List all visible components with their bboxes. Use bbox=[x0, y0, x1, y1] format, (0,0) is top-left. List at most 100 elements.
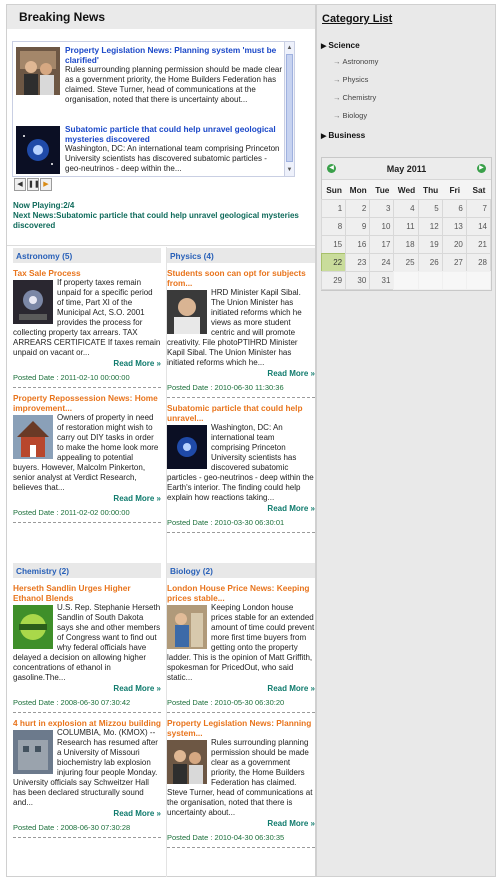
scroll-down-icon[interactable]: ▼ bbox=[286, 166, 293, 174]
calendar-day[interactable]: 23 bbox=[345, 253, 371, 272]
scrollbar-thumb[interactable] bbox=[286, 54, 293, 162]
calendar-dow: Mon bbox=[346, 180, 371, 200]
calendar-empty-cell bbox=[417, 271, 443, 290]
posted-date: Posted Date : 2011-02-02 00:00:00 bbox=[13, 508, 130, 517]
category-header[interactable]: Astronomy (5) bbox=[13, 248, 161, 263]
article-title[interactable]: Property Repossession News: Home improve… bbox=[13, 393, 161, 413]
tree-item-chemistry[interactable]: → Chemistry bbox=[333, 93, 491, 111]
calendar-day[interactable]: 20 bbox=[441, 235, 467, 254]
calendar-day[interactable]: 30 bbox=[345, 271, 371, 290]
tree-item-astronomy[interactable]: → Astronomy bbox=[333, 57, 491, 75]
article: Property Repossession News: Home improve… bbox=[13, 393, 161, 523]
calendar-day[interactable]: 26 bbox=[417, 253, 443, 272]
calendar-month: May 2011 bbox=[386, 163, 427, 174]
category-header[interactable]: Biology (2) bbox=[167, 563, 315, 578]
calendar-dow: Tue bbox=[370, 180, 395, 200]
next-icon[interactable]: ▶ bbox=[40, 178, 52, 191]
calendar-day[interactable]: 19 bbox=[417, 235, 443, 254]
article-title[interactable]: London House Price News: Keeping prices … bbox=[167, 583, 315, 603]
calendar-day[interactable]: 31 bbox=[369, 271, 395, 290]
article-thumbnail bbox=[167, 740, 207, 784]
calendar-day[interactable]: 29 bbox=[321, 271, 347, 290]
article-title[interactable]: Herseth Sandlin Urges Higher Ethanol Ble… bbox=[13, 583, 161, 603]
tree-item-science[interactable]: ▶ Science bbox=[321, 39, 491, 57]
calendar-day[interactable]: 7 bbox=[465, 199, 491, 218]
read-more-link[interactable]: Read More » bbox=[13, 808, 161, 820]
calendar-day[interactable]: 12 bbox=[417, 217, 443, 236]
posted-date: Posted Date : 2010-05-30 06:30:20 bbox=[167, 698, 285, 707]
calendar-day[interactable]: 15 bbox=[321, 235, 347, 254]
ticker-scrollbar[interactable]: ▲ ▼ bbox=[284, 42, 294, 176]
section-divider bbox=[7, 245, 315, 246]
calendar-day[interactable]: 10 bbox=[369, 217, 395, 236]
ticker-item-title[interactable]: Property Legislation News: Planning syst… bbox=[65, 45, 284, 65]
article: Students soon can opt for subjects from.… bbox=[167, 268, 315, 398]
calendar-day[interactable]: 25 bbox=[393, 253, 419, 272]
read-more-link[interactable]: Read More » bbox=[13, 358, 161, 370]
category-astronomy: Astronomy (5) Tax Sale Process If proper… bbox=[13, 248, 161, 523]
category-header[interactable]: Chemistry (2) bbox=[13, 563, 161, 578]
scroll-up-icon[interactable]: ▲ bbox=[286, 44, 293, 52]
calendar-day[interactable]: 13 bbox=[441, 217, 467, 236]
calendar-day[interactable]: 28 bbox=[465, 253, 491, 272]
arrow-right-icon: → bbox=[333, 57, 341, 66]
prev-icon[interactable]: ◀ bbox=[14, 178, 26, 191]
calendar-day[interactable]: 24 bbox=[369, 253, 395, 272]
calendar-day[interactable]: 4 bbox=[393, 199, 419, 218]
calendar-day[interactable]: 17 bbox=[369, 235, 395, 254]
calendar-day-today[interactable]: 22 bbox=[321, 253, 347, 272]
article-title[interactable]: 4 hurt in explosion at Mizzou building bbox=[13, 718, 161, 728]
article-title[interactable]: Tax Sale Process bbox=[13, 268, 161, 278]
calendar-day[interactable]: 21 bbox=[465, 235, 491, 254]
read-more-link[interactable]: Read More » bbox=[167, 683, 315, 695]
pause-icon[interactable]: ❚❚ bbox=[27, 178, 40, 191]
read-more-link[interactable]: Read More » bbox=[13, 683, 161, 695]
calendar-day[interactable]: 8 bbox=[321, 217, 347, 236]
article-thumbnail bbox=[167, 605, 207, 649]
ticker-item-title[interactable]: Subatomic particle that could help unrav… bbox=[65, 124, 284, 144]
calendar-day[interactable]: 11 bbox=[393, 217, 419, 236]
calendar-day[interactable]: 18 bbox=[393, 235, 419, 254]
read-more-link[interactable]: Read More » bbox=[13, 493, 161, 505]
article: Herseth Sandlin Urges Higher Ethanol Ble… bbox=[13, 583, 161, 713]
prev-month-icon[interactable]: ◀ bbox=[327, 164, 336, 173]
article: Property Legislation News: Planning syst… bbox=[167, 718, 315, 848]
caret-right-icon: ▶ bbox=[321, 133, 327, 140]
next-month-icon[interactable]: ▶ bbox=[476, 164, 486, 173]
ticker-item: Property Legislation News: Planning syst… bbox=[16, 45, 284, 105]
calendar-day[interactable]: 27 bbox=[441, 253, 467, 272]
posted-date: Posted Date : 2010-03-30 06:30:01 bbox=[167, 518, 285, 527]
tree-item-label: Physics bbox=[342, 75, 369, 84]
breaking-news-heading: Breaking News bbox=[7, 5, 315, 29]
sidebar: Category List ▶ Science → Astronomy → Physi… bbox=[316, 4, 496, 877]
article-thumbnail bbox=[13, 605, 53, 649]
calendar-empty-cell bbox=[393, 271, 419, 290]
tree-item-physics[interactable]: → Physics bbox=[333, 75, 491, 93]
article-title[interactable]: Students soon can opt for subjects from.… bbox=[167, 268, 315, 288]
tree-item-business[interactable]: ▶ Business bbox=[321, 129, 491, 147]
calendar-grid: Sun Mon Tue Wed Thu Fri Sat 1 2 3 4 5 6 7 8 9 10 11 12 13 14… bbox=[321, 180, 491, 290]
tree-item-biology[interactable]: → Biology bbox=[333, 111, 491, 129]
article-title[interactable]: Subatomic particle that could help unrav… bbox=[167, 403, 315, 423]
tree-item-label: Biology bbox=[342, 111, 368, 120]
breaking-news-ticker[interactable]: Property Legislation News: Planning syst… bbox=[12, 41, 295, 177]
article-title[interactable]: Property Legislation News: Planning syst… bbox=[167, 718, 315, 738]
read-more-link[interactable]: Read More » bbox=[167, 503, 315, 515]
read-more-link[interactable]: Read More » bbox=[167, 368, 315, 380]
article: Subatomic particle that could help unrav… bbox=[167, 403, 315, 533]
calendar-day[interactable]: 9 bbox=[345, 217, 371, 236]
calendar-day[interactable]: 6 bbox=[441, 199, 467, 218]
ticker-item: Subatomic particle that could help unrav… bbox=[16, 124, 284, 174]
calendar-day[interactable]: 2 bbox=[345, 199, 371, 218]
next-news-label: Next News:Subatomic particle that could … bbox=[13, 211, 299, 230]
calendar-dow: Thu bbox=[418, 180, 443, 200]
calendar-day[interactable]: 1 bbox=[321, 199, 347, 218]
category-header[interactable]: Physics (4) bbox=[167, 248, 315, 263]
calendar-day[interactable]: 14 bbox=[465, 217, 491, 236]
calendar-day[interactable]: 3 bbox=[369, 199, 395, 218]
category-chemistry: Chemistry (2) Herseth Sandlin Urges High… bbox=[13, 563, 161, 838]
calendar-day[interactable]: 16 bbox=[345, 235, 371, 254]
read-more-link[interactable]: Read More » bbox=[167, 818, 315, 830]
calendar-day[interactable]: 5 bbox=[417, 199, 443, 218]
article-thumbnail bbox=[167, 290, 207, 334]
